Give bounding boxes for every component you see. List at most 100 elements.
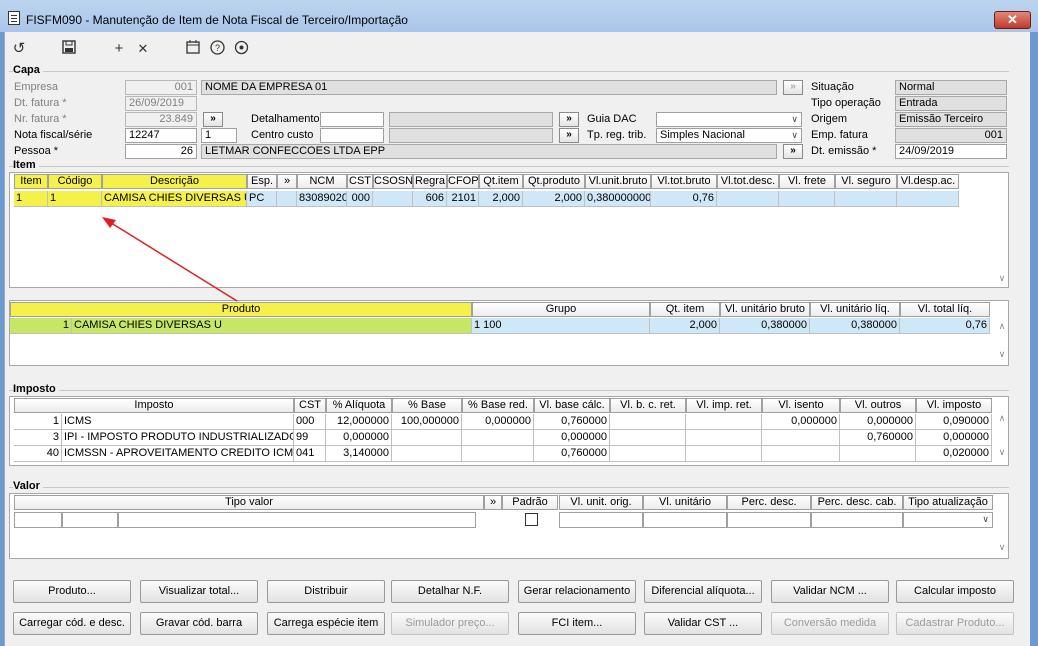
imposto-col-header[interactable]: % Base (392, 398, 462, 413)
produto-col-header[interactable]: Vl. unitário líq. (810, 302, 900, 317)
imposto-cell[interactable] (610, 414, 686, 430)
imposto-cell[interactable] (686, 430, 762, 446)
imposto-cell[interactable] (686, 414, 762, 430)
imposto-cell[interactable]: 041 (294, 446, 326, 462)
tipo-atualizacao-select[interactable]: ∨ (903, 512, 993, 528)
valor-col-header[interactable]: Padrão (502, 495, 558, 510)
action-button[interactable]: Calcular imposto (896, 580, 1014, 603)
detalhamento-code-field[interactable] (320, 112, 384, 127)
item-cell[interactable]: 2,000 (523, 191, 585, 207)
imposto-cell[interactable]: 100,000000 (392, 414, 462, 430)
item-cell[interactable]: 000 (347, 191, 373, 207)
tipo-valor-field[interactable] (118, 512, 476, 528)
settings-icon[interactable] (231, 40, 251, 58)
item-cell[interactable] (717, 191, 779, 207)
vl-unitario-field[interactable] (643, 512, 727, 528)
produto-cell[interactable]: 2,000 (650, 318, 720, 334)
imposto-cell[interactable] (762, 430, 840, 446)
produto-col-header[interactable]: Grupo (472, 302, 650, 317)
imposto-cell[interactable]: 99 (294, 430, 326, 446)
imposto-cell[interactable] (610, 446, 686, 462)
item-col-header[interactable]: Vl.desp.ac. (897, 174, 959, 189)
produto-cell[interactable]: CAMISA CHIES DIVERSAS U (72, 318, 472, 334)
item-col-header[interactable]: CFOP (447, 174, 479, 189)
action-button[interactable]: Detalhar N.F. (391, 580, 509, 603)
help-icon[interactable]: ? (207, 40, 227, 58)
imposto-col-header[interactable]: Imposto (14, 398, 294, 413)
action-button[interactable]: Validar NCM ... (771, 580, 889, 603)
imposto-col-header[interactable]: % Base red. (462, 398, 534, 413)
imposto-cell[interactable] (462, 430, 534, 446)
action-button[interactable]: Produto... (13, 580, 131, 603)
valor-col-header[interactable]: Perc. desc. cab. (811, 495, 903, 510)
item-col-header[interactable]: NCM (297, 174, 347, 189)
guia-dac-select[interactable]: ∨ (656, 112, 802, 127)
item-col-header[interactable]: Regra (413, 174, 447, 189)
valor-field-2[interactable] (62, 512, 118, 528)
item-col-header[interactable]: Vl. seguro (835, 174, 897, 189)
dt-emissao-field[interactable]: 24/09/2019 (895, 144, 1007, 159)
produto-col-header[interactable]: Vl. unitário bruto (720, 302, 810, 317)
imposto-cell[interactable] (392, 446, 462, 462)
item-col-header[interactable]: Vl. frete (779, 174, 835, 189)
item-col-header[interactable]: Vl.unit.bruto (585, 174, 651, 189)
imposto-cell[interactable]: 12,000000 (326, 414, 392, 430)
action-button[interactable]: Gerar relacionamento (518, 580, 636, 603)
item-col-header[interactable]: CST (347, 174, 373, 189)
centro-custo-code-field[interactable] (320, 128, 384, 143)
pessoa-code-field[interactable]: 26 (125, 144, 197, 159)
action-button[interactable]: Diferencial alíquota... (644, 580, 762, 603)
imposto-cell[interactable]: 0,760000 (534, 446, 610, 462)
scroll-up-icon[interactable]: ∧ (995, 413, 1009, 424)
imposto-cell[interactable]: ICMSSN - APROVEITAMENTO CREDITO ICMS SIM (62, 446, 294, 462)
produto-cell[interactable]: 1 (10, 318, 72, 334)
imposto-cell[interactable]: 40 (14, 446, 62, 462)
nr-fatura-more-button[interactable]: » (203, 112, 223, 127)
item-col-header[interactable]: Qt.produto (523, 174, 585, 189)
imposto-col-header[interactable]: Vl. outros (840, 398, 916, 413)
item-cell[interactable] (835, 191, 897, 207)
imposto-col-header[interactable]: Vl. imp. ret. (686, 398, 762, 413)
imposto-cell[interactable]: 0,760000 (840, 430, 916, 446)
item-cell[interactable] (373, 191, 413, 207)
item-col-header[interactable]: Qt.item (479, 174, 523, 189)
centro-custo-lookup-button[interactable]: » (559, 128, 579, 143)
produto-cell[interactable]: 0,76 (900, 318, 990, 334)
save-icon[interactable] (59, 40, 79, 58)
imposto-cell[interactable] (686, 446, 762, 462)
calendar-icon[interactable] (183, 40, 203, 58)
imposto-cell[interactable] (462, 446, 534, 462)
action-button[interactable]: Gravar cód. barra (140, 612, 258, 635)
item-cell[interactable]: 0,380000000 (585, 191, 651, 207)
imposto-col-header[interactable]: CST (294, 398, 326, 413)
item-cell[interactable] (897, 191, 959, 207)
imposto-col-header[interactable]: Vl. base cálc. (534, 398, 610, 413)
imposto-cell[interactable] (392, 430, 462, 446)
item-cell[interactable]: 1 (14, 191, 48, 207)
scroll-down-icon[interactable]: ∨ (995, 542, 1009, 553)
scroll-down-icon[interactable]: ∨ (995, 447, 1009, 458)
imposto-cell[interactable]: 3 (14, 430, 62, 446)
pessoa-lookup-button[interactable]: » (783, 144, 803, 159)
item-cell[interactable]: 1 (48, 191, 102, 207)
action-button[interactable]: Distribuir (267, 580, 385, 603)
item-col-header[interactable]: Vl.tot.bruto (651, 174, 717, 189)
produto-cell[interactable]: 0,380000 (810, 318, 900, 334)
item-col-header[interactable]: Item (14, 174, 48, 189)
valor-col-header[interactable]: Tipo valor (14, 495, 484, 510)
item-col-header[interactable]: Esp. (247, 174, 277, 189)
item-cell[interactable] (277, 191, 297, 207)
produto-col-header[interactable]: Qt. item (650, 302, 720, 317)
undo-icon[interactable]: ↺ (9, 40, 29, 58)
nota-field[interactable]: 12247 (125, 128, 197, 143)
add-icon[interactable]: + (109, 40, 129, 58)
imposto-col-header[interactable]: % Alíquota (326, 398, 392, 413)
item-cell[interactable] (779, 191, 835, 207)
produto-cell[interactable]: 1 100 (472, 318, 650, 334)
imposto-col-header[interactable]: Vl. imposto (916, 398, 992, 413)
scroll-down-icon[interactable]: ∨ (995, 349, 1009, 360)
imposto-cell[interactable] (840, 446, 916, 462)
imposto-cell[interactable]: 0,000000 (326, 430, 392, 446)
produto-cell[interactable]: 0,380000 (720, 318, 810, 334)
item-cell[interactable]: CAMISA CHIES DIVERSAS U (102, 191, 247, 207)
